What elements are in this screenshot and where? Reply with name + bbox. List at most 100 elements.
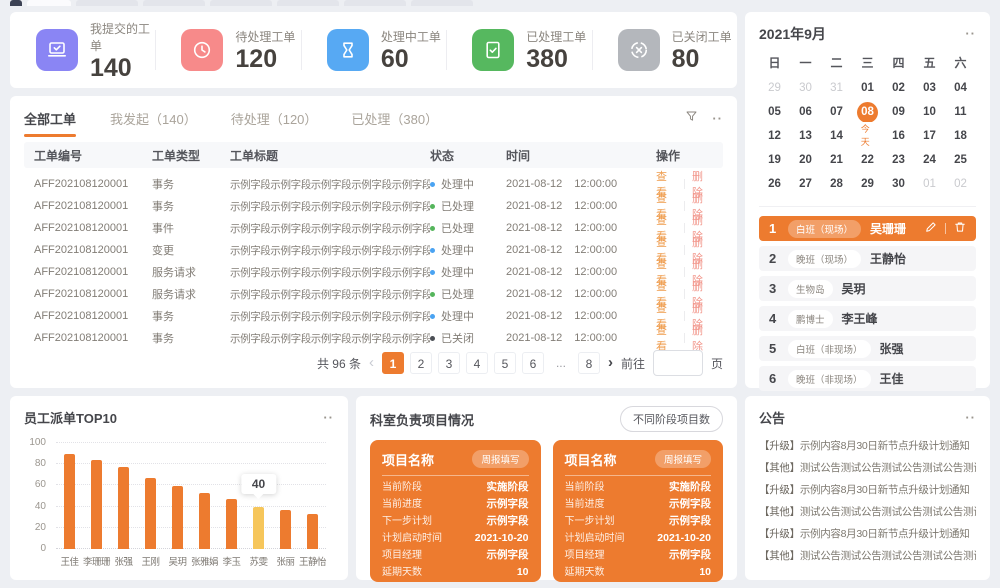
bar-张丽[interactable]: 张丽 [272,443,299,549]
announcement-item[interactable]: 【其他】测试公告测试公告测试公告测试公告测试公告 [759,457,976,479]
bar[interactable] [307,514,318,549]
page-button[interactable]: ... [550,352,572,374]
announcement-item[interactable]: 【升级】示例内容8月30日新节点升级计划通知 [759,435,976,457]
edit-icon[interactable] [925,220,937,238]
duty-row[interactable]: 4 鹏博士 李王峰 [759,306,976,331]
announcement-item[interactable]: 【升级】示例内容8月30日新节点升级计划通知 [759,523,976,545]
calendar-date[interactable]: 07 [821,100,852,124]
bar[interactable] [64,454,75,549]
trash-icon[interactable] [954,220,966,238]
calendar-date[interactable]: 20 [790,148,821,172]
calendar-date[interactable]: 04 [945,76,976,100]
calendar-date[interactable]: 11 [945,100,976,124]
workorder-tab[interactable]: 我发起（140） [110,106,197,137]
calendar-date[interactable]: 30 [790,76,821,100]
bar-李珊珊[interactable]: 李珊珊 [83,443,110,549]
bar[interactable] [172,486,183,549]
browser-tab[interactable] [411,0,473,6]
calendar-date[interactable]: 28 [821,172,852,196]
calendar-date[interactable]: 27 [790,172,821,196]
prev-page-icon[interactable]: ‹ [369,353,374,373]
browser-tab[interactable] [210,0,272,6]
bar-王佳[interactable]: 王佳 [56,443,83,549]
calendar-date[interactable]: 29 [759,76,790,100]
duty-row[interactable]: 6 晚班（非现场） 王佳 [759,366,976,391]
bar[interactable] [91,460,102,549]
page-button[interactable]: 5 [494,352,516,374]
workorder-tab[interactable]: 待处理（120） [231,106,318,137]
calendar-date[interactable]: 24 [914,148,945,172]
calendar-date[interactable]: 21 [821,148,852,172]
more-icon[interactable]: ·· [323,413,334,423]
bar-王刚[interactable]: 王刚 [137,443,164,549]
calendar-date[interactable]: 17 [914,124,945,148]
bar[interactable] [280,510,291,549]
calendar-date[interactable]: 25 [945,148,976,172]
bar[interactable] [226,499,237,549]
calendar-date[interactable]: 13 [790,124,821,148]
duty-row[interactable]: 2 晚班（现场） 王静怡 [759,246,976,271]
next-page-icon[interactable]: › [608,353,613,373]
calendar-date[interactable]: 02 [945,172,976,196]
weekly-report-badge[interactable]: 周报填写 [472,450,528,468]
project-card[interactable]: 项目名称 周报填写 当前阶段 实施阶段 当前进度 示例字段 [370,440,541,582]
weekly-report-badge[interactable]: 周报填写 [655,450,711,468]
bar[interactable] [199,493,210,549]
calendar-date[interactable]: 14 [821,124,852,148]
calendar-date[interactable]: 22 [852,148,883,172]
calendar-date[interactable]: 29 [852,172,883,196]
calendar-date[interactable]: 26 [759,172,790,196]
stat-card-processing[interactable]: 处理中工单 60 [301,12,446,88]
browser-tab[interactable] [10,0,22,6]
duty-row[interactable]: 3 生物岛 吴玥 [759,276,976,301]
bar-李玉[interactable]: 李玉 [218,443,245,549]
page-button[interactable]: 6 [522,352,544,374]
filter-icon[interactable] [685,110,698,128]
calendar-date[interactable]: 03 [914,76,945,100]
bar-苏雯[interactable]: 苏雯40 [245,443,272,549]
more-icon[interactable]: ·· [965,29,976,39]
announcement-item[interactable]: 【其他】测试公告测试公告测试公告测试公告测试公告 [759,545,976,567]
workorder-tab[interactable]: 全部工单 [24,106,76,137]
calendar-date[interactable]: 23 [883,148,914,172]
bar[interactable] [145,478,156,549]
duty-row[interactable]: 5 白班（非现场） 张强 [759,336,976,361]
calendar-date[interactable]: 31 [821,76,852,100]
bar-王静怡[interactable]: 王静怡 [299,443,326,549]
calendar-date[interactable]: 08 今天 [852,100,883,124]
bar[interactable] [253,507,264,549]
announcement-item[interactable]: 【升级】示例内容8月30日新节点升级计划通知 [759,479,976,501]
more-icon[interactable]: ·· [965,413,976,423]
calendar-date[interactable]: 19 [759,148,790,172]
stage-count-button[interactable]: 不同阶段项目数 [620,406,723,432]
calendar-date[interactable]: 02 [883,76,914,100]
calendar-date[interactable]: 12 [759,124,790,148]
page-button[interactable]: 2 [410,352,432,374]
goto-page-input[interactable] [653,350,703,376]
bar-吴玥[interactable]: 吴玥 [164,443,191,549]
browser-tab[interactable] [344,0,406,6]
page-button[interactable]: 4 [466,352,488,374]
stat-card-closed[interactable]: 已关闭工单 80 [592,12,737,88]
calendar-date[interactable]: 09 [883,100,914,124]
stat-card-pending[interactable]: 待处理工单 120 [155,12,300,88]
browser-tab[interactable] [143,0,205,6]
more-icon[interactable]: ·· [712,114,723,124]
browser-tab[interactable] [27,0,71,6]
workorder-tab[interactable]: 已处理（380） [351,106,438,137]
bar[interactable] [118,467,129,549]
calendar-date[interactable]: 06 [790,100,821,124]
project-card[interactable]: 项目名称 周报填写 当前阶段 实施阶段 当前进度 示例字段 [553,440,724,582]
calendar-date[interactable]: 10 [914,100,945,124]
duty-row[interactable]: 1 白班（现场） 吴珊珊 [759,216,976,241]
calendar-date[interactable]: 18 [945,124,976,148]
page-button[interactable]: 8 [578,352,600,374]
calendar-date[interactable]: 01 [852,76,883,100]
page-button[interactable]: 1 [382,352,404,374]
bar-张强[interactable]: 张强 [110,443,137,549]
announcement-item[interactable]: 【其他】测试公告测试公告测试公告测试公告测试公告 [759,501,976,523]
page-button[interactable]: 3 [438,352,460,374]
stat-card-submitted[interactable]: 我提交的工单 140 [10,12,155,88]
calendar-date[interactable]: 30 [883,172,914,196]
stat-card-processed[interactable]: 已处理工单 380 [446,12,591,88]
